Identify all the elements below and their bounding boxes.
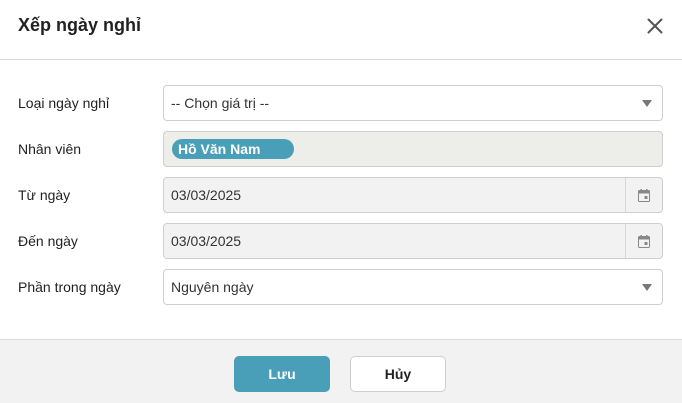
dialog-body: Loại ngày nghỉ -- Chọn giá trị -- Nhân v… bbox=[0, 60, 682, 339]
leave-schedule-dialog: Xếp ngày nghỉ Loại ngày nghỉ -- Chọn giá… bbox=[0, 0, 682, 403]
row-employee: Nhân viên Hồ Văn Nam bbox=[0, 131, 682, 167]
row-leave-type: Loại ngày nghỉ -- Chọn giá trị -- bbox=[0, 85, 682, 121]
save-button[interactable]: Lưu bbox=[234, 356, 330, 392]
employee-tag[interactable]: Hồ Văn Nam bbox=[172, 139, 295, 159]
from-date-value: 03/03/2025 bbox=[171, 187, 242, 203]
leave-type-select[interactable]: -- Chọn giá trị -- bbox=[163, 85, 663, 121]
day-part-select[interactable]: Nguyên ngày bbox=[163, 269, 663, 305]
employee-tag-input[interactable]: Hồ Văn Nam bbox=[163, 131, 663, 167]
to-date-value: 03/03/2025 bbox=[171, 233, 242, 249]
calendar-icon bbox=[638, 188, 650, 202]
to-date-input[interactable]: 03/03/2025 bbox=[163, 223, 663, 259]
row-to-date: Đến ngày 03/03/2025 bbox=[0, 223, 682, 259]
to-date-label: Đến ngày bbox=[18, 233, 78, 249]
day-part-value: Nguyên ngày bbox=[171, 279, 254, 295]
calendar-icon bbox=[638, 234, 650, 248]
dialog-footer: Lưu Hủy bbox=[0, 339, 682, 403]
row-day-part: Phần trong ngày Nguyên ngày bbox=[0, 269, 682, 305]
from-date-picker-button[interactable] bbox=[625, 178, 662, 212]
row-from-date: Từ ngày 03/03/2025 bbox=[0, 177, 682, 213]
chevron-down-icon bbox=[642, 100, 652, 107]
dialog-header: Xếp ngày nghỉ bbox=[0, 0, 682, 60]
from-date-input[interactable]: 03/03/2025 bbox=[163, 177, 663, 213]
close-button[interactable] bbox=[642, 13, 668, 39]
employee-label: Nhân viên bbox=[18, 141, 82, 157]
dialog-title: Xếp ngày nghỉ bbox=[18, 15, 142, 35]
leave-type-value: -- Chọn giá trị -- bbox=[171, 95, 270, 111]
to-date-picker-button[interactable] bbox=[625, 224, 662, 258]
leave-type-label: Loại ngày nghỉ bbox=[18, 95, 110, 111]
day-part-label: Phần trong ngày bbox=[18, 279, 121, 295]
chevron-down-icon bbox=[642, 284, 652, 291]
from-date-label: Từ ngày bbox=[18, 187, 71, 203]
close-icon bbox=[647, 18, 663, 34]
cancel-button[interactable]: Hủy bbox=[350, 356, 446, 392]
